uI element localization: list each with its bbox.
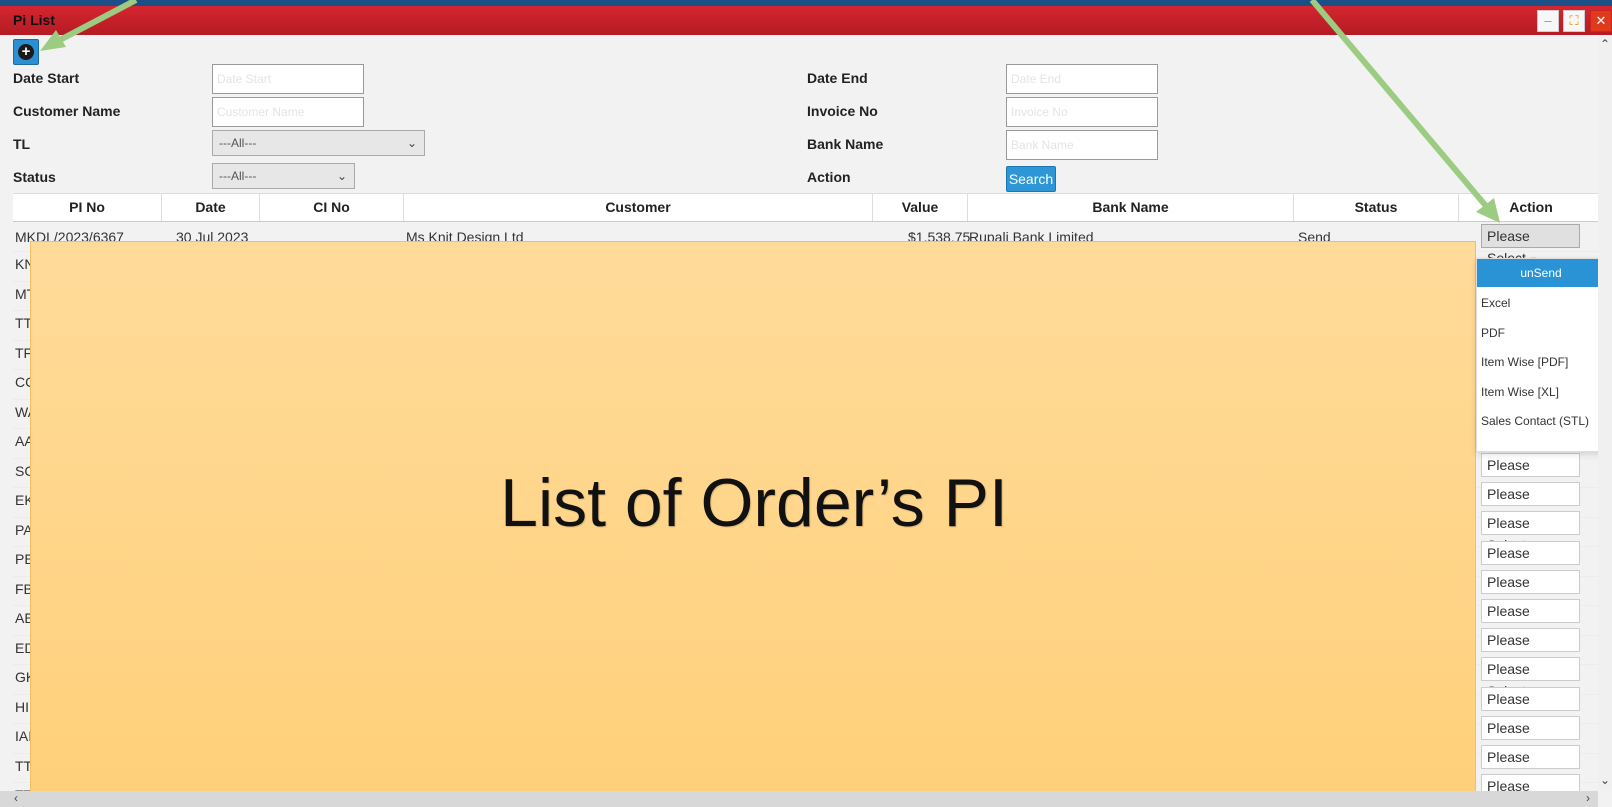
annotation-arrows	[40, 0, 1500, 223]
arrow-to-action-column-icon	[1309, 0, 1500, 223]
arrow-to-add-button-icon	[40, 0, 138, 51]
